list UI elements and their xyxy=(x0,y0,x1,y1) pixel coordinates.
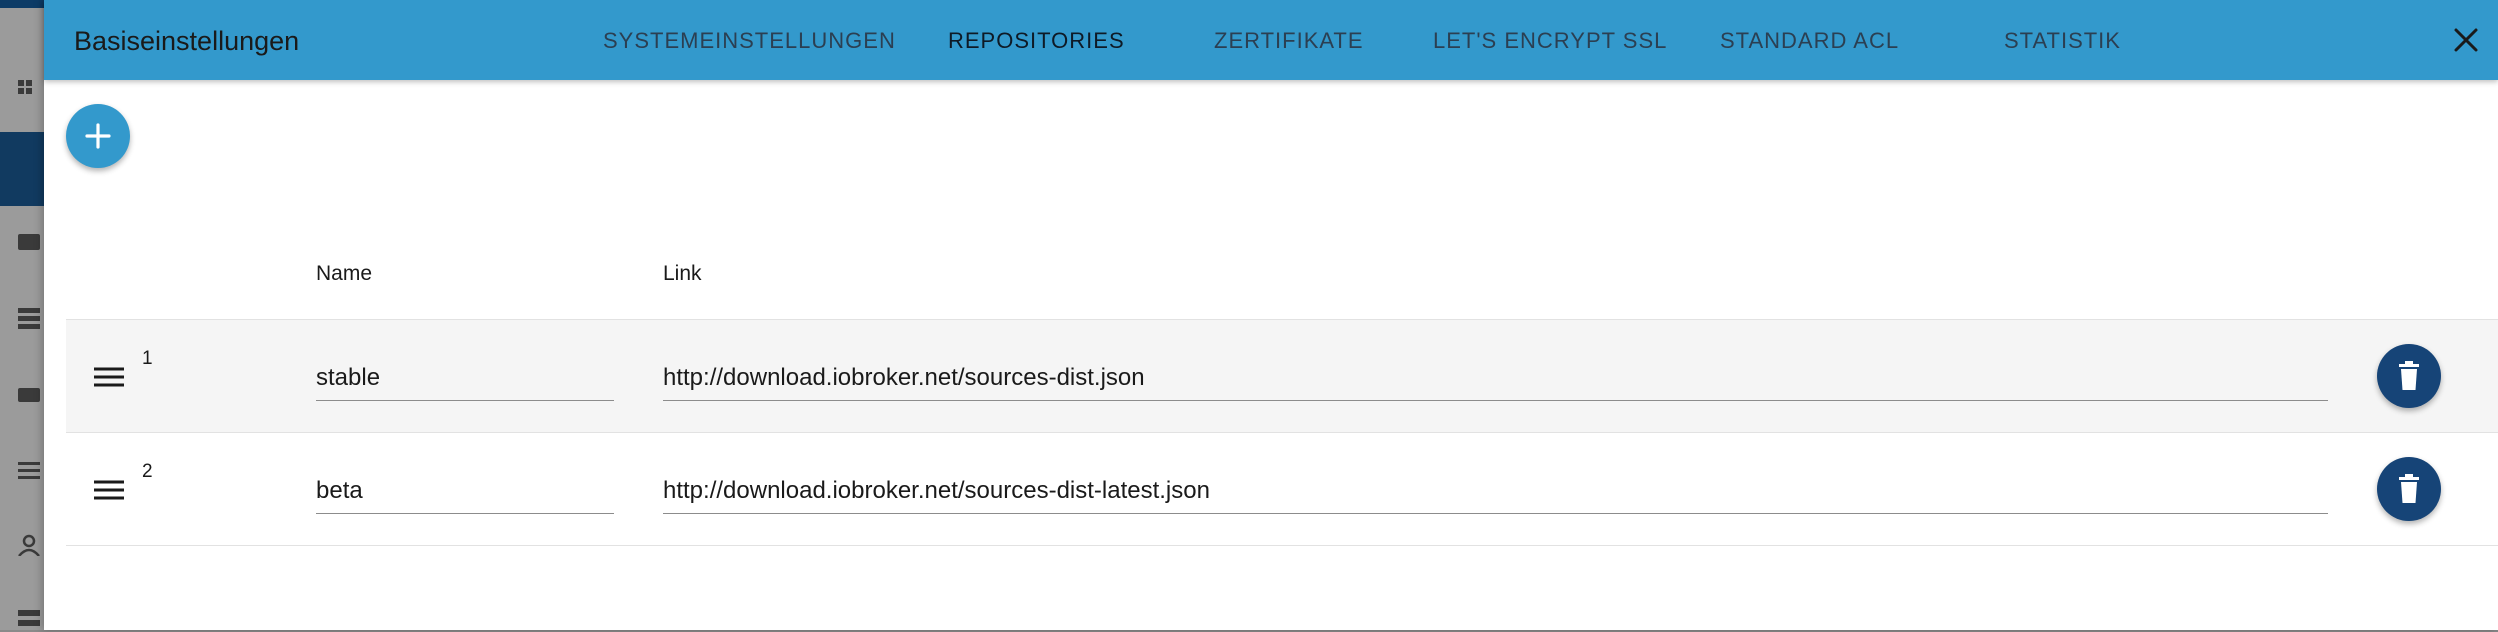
list-icon xyxy=(18,460,40,479)
close-button[interactable] xyxy=(2446,20,2486,60)
repository-name-value: beta xyxy=(316,477,363,504)
grid-icon xyxy=(18,80,40,98)
drag-handle[interactable] xyxy=(94,364,124,390)
close-icon xyxy=(2454,28,2478,52)
image-icon xyxy=(18,384,40,402)
tab-statistik[interactable]: STATISTIK xyxy=(2004,28,2121,54)
settings-dialog: Basiseinstellungen SYSTEMEINSTELLUNGEN R… xyxy=(44,0,2498,630)
repository-link-value: http://download.iobroker.net/sources-dis… xyxy=(663,364,1145,391)
tab-zertifikate[interactable]: ZERTIFIKATE xyxy=(1214,28,1364,54)
repository-link-value: http://download.iobroker.net/sources-dis… xyxy=(663,477,1210,504)
row-number: 2 xyxy=(142,461,153,482)
delete-button[interactable] xyxy=(2377,457,2441,521)
card-icon xyxy=(18,232,40,250)
plus-icon xyxy=(85,123,111,149)
table-row: 2 beta http://download.iobroker.net/sour… xyxy=(66,433,2498,546)
trash-icon xyxy=(2399,474,2419,503)
storage-icon xyxy=(18,608,40,626)
tab-standard-acl[interactable]: STANDARD ACL xyxy=(1720,28,1899,54)
tab-repositories[interactable]: REPOSITORIES xyxy=(948,28,1125,54)
trash-icon xyxy=(2399,361,2419,390)
add-repository-button[interactable] xyxy=(66,104,130,168)
drag-handle[interactable] xyxy=(94,477,124,503)
row-number: 1 xyxy=(142,348,153,369)
dialog-header: Basiseinstellungen SYSTEMEINSTELLUNGEN R… xyxy=(44,0,2498,80)
tab-lets-encrypt-ssl[interactable]: LET'S ENCRYPT SSL xyxy=(1433,28,1667,54)
list-grid-icon xyxy=(18,308,40,329)
repository-link-input[interactable]: http://download.iobroker.net/sources-dis… xyxy=(663,463,2328,514)
drag-handle-icon xyxy=(94,367,124,387)
column-header-name: Name xyxy=(316,262,373,285)
repository-name-input[interactable]: stable xyxy=(316,350,614,401)
repository-link-input[interactable]: http://download.iobroker.net/sources-dis… xyxy=(663,350,2328,401)
table-row: 1 stable http://download.iobroker.net/so… xyxy=(66,319,2498,433)
tab-systemeinstellungen[interactable]: SYSTEMEINSTELLUNGEN xyxy=(603,28,896,54)
background-active-item xyxy=(0,132,44,206)
person-icon xyxy=(18,534,40,557)
drag-handle-icon xyxy=(94,480,124,500)
background-app-sidebar xyxy=(0,0,44,630)
repository-name-input[interactable]: beta xyxy=(316,463,614,514)
column-header-link: Link xyxy=(663,262,702,285)
background-topbar xyxy=(0,0,44,8)
dialog-title: Basiseinstellungen xyxy=(74,26,300,56)
delete-button[interactable] xyxy=(2377,344,2441,408)
repository-name-value: stable xyxy=(316,364,381,391)
